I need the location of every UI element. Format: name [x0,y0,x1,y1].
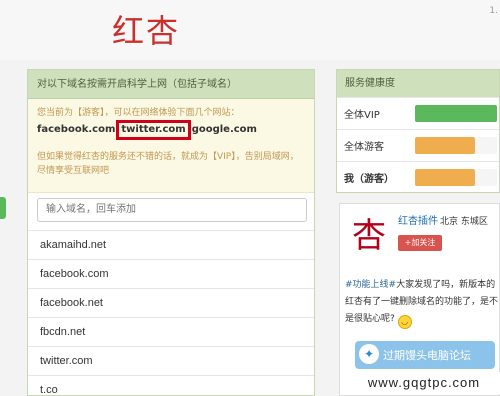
health-panel-title: 服务健康度 [337,70,499,97]
follow-button[interactable]: +加关注 [398,235,442,251]
health-bar-fill [415,137,475,154]
health-label: 全体VIP [344,110,380,121]
health-row-me: 我（游客） [337,161,499,193]
weibo-post: #功能上线#大家发现了吗，新版本的红杏有了一键删除域名的功能了，是不是很贴心呢?… [345,277,499,329]
side-add-button[interactable] [0,197,6,219]
health-bar-track [415,105,497,122]
add-domain-row [28,193,314,231]
domain-panel-title: 对以下域名按需开启科学上网（包括子域名） [28,70,314,99]
domain-item[interactable]: facebook.net [28,289,314,318]
notice-domain-google: google.com [191,124,257,135]
brand-logo[interactable]: 红杏 [112,6,180,52]
domain-item[interactable]: fbcdn.net [28,318,314,347]
top-bar: 红杏 1. [0,0,500,60]
health-row-guests: 全体游客 [337,129,499,161]
notice-line1: 您当前为【游客】，可以在网络体验下面几个网站： [37,108,240,118]
weibo-account: 红杏插件 北京 东城区 [398,212,488,227]
health-bar-track [415,169,497,186]
health-row-vip: 全体VIP [337,97,499,129]
corner-text: 1. [489,6,498,16]
health-label: 全体游客 [344,142,384,153]
notice-domain-twitter: twitter.com [116,120,191,140]
domain-item[interactable]: t.co [28,376,314,396]
watermark: ✦ 过期馒头电脑论坛 [355,341,495,369]
forum-logo-icon: ✦ [359,344,379,364]
domain-item[interactable]: twitter.com [28,347,314,376]
health-bar-fill [415,169,475,186]
health-bar-fill [415,105,497,122]
weibo-hashtag[interactable]: #功能上线# [345,280,396,290]
health-panel: 服务健康度 全体VIP 全体游客 我（游客） [336,69,500,193]
domain-item[interactable]: facebook.com [28,260,314,289]
notice-domains: facebook.com twitter.com google.com [37,120,305,140]
weibo-city: 北京 东城区 [440,217,488,227]
weibo-account-name[interactable]: 红杏插件 [398,216,438,227]
health-label: 我（游客） [344,174,394,185]
health-bar-track [415,137,497,154]
domain-panel: 对以下域名按需开启科学上网（包括子域名） 您当前为【游客】，可以在网络体验下面几… [27,69,315,396]
weibo-avatar[interactable]: 杏 [346,213,392,259]
notice-line3: 但如果觉得红杏的服务还不错的话，就成为【VIP】，告别局域网，尽情享受互联网吧 [37,152,299,176]
watermark-text: 过期馒头电脑论坛 [383,349,471,362]
domain-item[interactable]: akamaihd.net [28,231,314,260]
watermark-url: www.gqgtpc.com [348,372,500,394]
notice-domain-facebook: facebook.com [37,124,116,135]
domain-list: akamaihd.net facebook.com facebook.net f… [28,231,314,396]
add-domain-input[interactable] [37,197,307,222]
guest-notice: 您当前为【游客】，可以在网络体验下面几个网站： facebook.com twit… [28,99,314,193]
smile-emoji-icon: ◡ [397,315,412,329]
